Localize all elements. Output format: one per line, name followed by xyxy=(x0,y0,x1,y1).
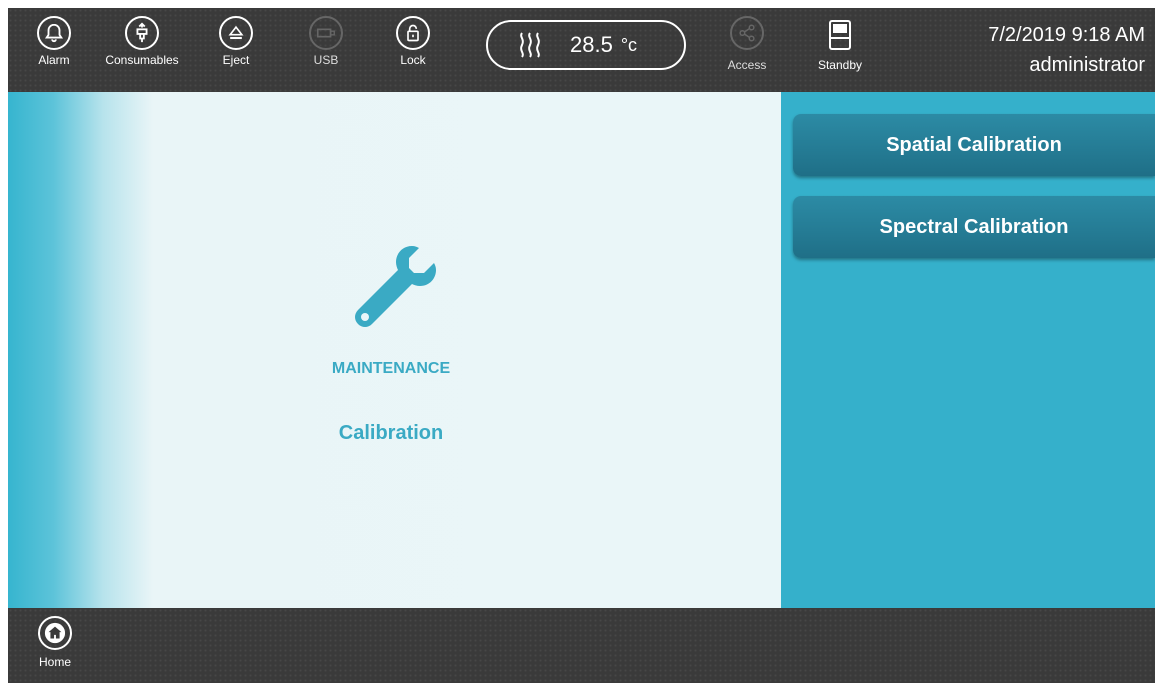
eject-button[interactable]: Eject xyxy=(194,16,278,67)
temperature-value: 28.5 xyxy=(570,32,613,57)
spectral-calibration-button[interactable]: Spectral Calibration xyxy=(793,196,1155,258)
user-name: administrator xyxy=(1029,54,1145,76)
access-label: Access xyxy=(727,58,767,72)
eject-label: Eject xyxy=(222,53,250,67)
alarm-button[interactable]: Alarm xyxy=(12,16,96,67)
maintenance-label: MAINTENANCE xyxy=(331,360,451,377)
lock-button[interactable]: Lock xyxy=(371,16,455,67)
wrench-icon xyxy=(355,246,436,327)
usb-icon xyxy=(316,28,335,38)
consumables-label: Consumables xyxy=(105,53,179,67)
status-info: 7/2/2019 9:18 AM administrator xyxy=(988,20,1145,80)
access-button[interactable]: Access xyxy=(705,16,789,72)
home-icon xyxy=(44,622,66,644)
standby-icon xyxy=(829,20,851,50)
bottom-toolbar: Home xyxy=(8,608,1155,683)
spatial-calibration-button[interactable]: Spatial Calibration xyxy=(793,114,1155,176)
standby-button[interactable]: Standby xyxy=(798,16,882,72)
alarm-label: Alarm xyxy=(38,53,70,67)
heat-icon xyxy=(520,32,540,58)
main-panel: MAINTENANCE Calibration xyxy=(8,92,781,608)
usb-label: USB xyxy=(313,53,339,67)
page-title: Calibration xyxy=(338,422,444,444)
share-icon xyxy=(739,24,755,42)
home-label: Home xyxy=(38,655,71,669)
eject-icon xyxy=(228,25,244,40)
unlock-icon xyxy=(407,24,419,42)
temperature-unit: °c xyxy=(620,34,638,55)
section-title: MAINTENANCE xyxy=(301,360,481,378)
calibration-menu: Spatial Calibration Spectral Calibration xyxy=(781,92,1155,608)
datetime-text: 7/2/2019 9:18 AM xyxy=(988,24,1145,46)
top-toolbar: Alarm Consumables Eject USB Lock 28.5 °c… xyxy=(8,8,1155,92)
temperature-display[interactable]: 28.5 °c xyxy=(486,20,686,70)
usb-button[interactable]: USB xyxy=(284,16,368,67)
lock-label: Lock xyxy=(400,53,426,67)
standby-label: Standby xyxy=(817,58,863,72)
consumables-icon xyxy=(136,22,148,43)
bell-icon xyxy=(44,23,64,43)
consumables-button[interactable]: Consumables xyxy=(100,16,184,67)
home-button[interactable]: Home xyxy=(38,616,72,669)
